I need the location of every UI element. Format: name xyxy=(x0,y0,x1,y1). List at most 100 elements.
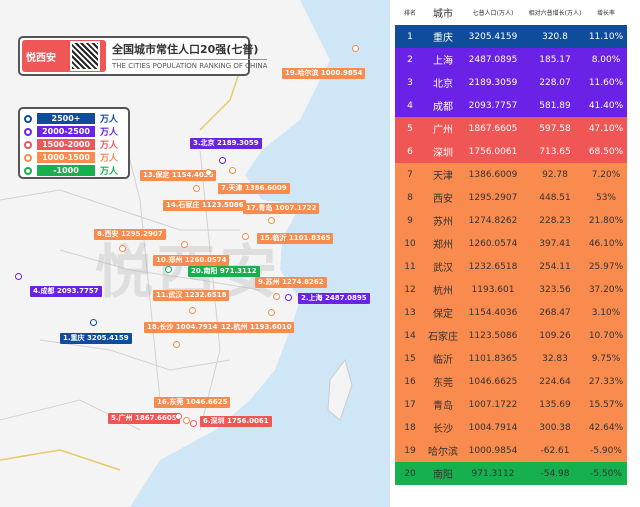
table-row: 5 广州 1867.6605 597.58 47.10% xyxy=(395,117,627,140)
growth-cell: -54.98 xyxy=(540,468,570,479)
table-row: 3 北京 2189.3059 228.07 11.60% xyxy=(395,71,627,94)
legend-unit: 万人 xyxy=(100,128,119,138)
city-cell: 深圳 xyxy=(433,148,453,159)
growth-rate-cell: 10.70% xyxy=(588,330,624,341)
legend-item: 2000-2500 万人 xyxy=(24,125,124,138)
growth-cell: 135.69 xyxy=(539,399,571,410)
city-cell: 成都 xyxy=(433,102,453,113)
legend-marker-icon xyxy=(24,127,32,136)
city-label: 12.杭州 1193.6010 xyxy=(218,322,295,333)
table-row: 20 南阳 971.3112 -54.98 -5.50% xyxy=(395,462,627,485)
population-cell: 1154.4036 xyxy=(468,307,518,318)
population-cell: 1260.0574 xyxy=(468,238,518,249)
city-label: 18.长沙 1004.7914 xyxy=(144,322,221,333)
column-header: 排名 xyxy=(403,10,416,17)
growth-cell: -62.61 xyxy=(540,445,570,456)
city-marker-icon xyxy=(193,185,200,192)
city-cell: 临沂 xyxy=(433,355,453,366)
table-row: 8 西安 1295.2907 448.51 53% xyxy=(395,186,627,209)
growth-cell: 300.38 xyxy=(539,422,571,433)
city-label: 5.广州 1867.6605 xyxy=(108,413,180,424)
city-cell: 北京 xyxy=(433,79,453,90)
legend-unit: 万人 xyxy=(100,167,119,177)
population-cell: 2487.0895 xyxy=(468,54,518,65)
city-marker-icon xyxy=(119,245,126,252)
city-marker-icon xyxy=(352,45,359,52)
rank-cell: 19 xyxy=(404,445,416,456)
growth-cell: 268.47 xyxy=(539,307,571,318)
city-marker-icon xyxy=(173,341,180,348)
table-row: 4 成都 2093.7757 581.89 41.40% xyxy=(395,94,627,117)
growth-cell: 254.11 xyxy=(539,261,571,272)
legend-marker-icon xyxy=(24,114,32,123)
city-marker-icon xyxy=(268,217,275,224)
table-row: 1 重庆 3205.4159 320.8 11.10% xyxy=(395,25,627,48)
city-marker-icon xyxy=(189,307,196,314)
growth-rate-cell: 15.57% xyxy=(588,399,624,410)
rank-cell: 9 xyxy=(407,215,413,226)
legend-item: 1000-1500 万人 xyxy=(24,151,124,164)
table-row: 9 苏州 1274.8262 228.23 21.80% xyxy=(395,209,627,232)
rank-cell: 7 xyxy=(407,169,413,180)
ranking-table: 排名 城市 七普人口(万人) 相对六普增长(万人) 增长率 1 重庆 3205.4159 32… xyxy=(395,0,627,485)
city-cell: 重庆 xyxy=(433,33,453,44)
growth-rate-cell: 9.75% xyxy=(591,353,621,364)
city-label: 17.青岛 1007.1722 xyxy=(243,203,320,214)
rank-cell: 5 xyxy=(407,123,413,134)
chart-title: 全国城市常住人口20强(七普) xyxy=(112,43,259,56)
growth-rate-cell: 11.10% xyxy=(588,31,624,42)
population-cell: 971.3112 xyxy=(471,468,515,479)
rank-cell: 14 xyxy=(404,330,416,341)
rank-cell: 4 xyxy=(407,100,413,111)
city-cell: 南阳 xyxy=(433,470,453,481)
city-cell: 广州 xyxy=(433,125,453,136)
table-row: 7 天津 1386.6009 92.78 7.20% xyxy=(395,163,627,186)
city-label: 10.郑州 1260.0574 xyxy=(153,255,230,266)
legend-marker-icon xyxy=(24,153,32,162)
rank-cell: 17 xyxy=(404,399,416,410)
growth-rate-cell: -5.90% xyxy=(590,445,622,456)
rank-cell: 15 xyxy=(404,353,416,364)
city-marker-icon xyxy=(181,241,188,248)
rank-cell: 1 xyxy=(407,31,413,42)
growth-cell: 32.83 xyxy=(542,353,568,364)
legend-unit: 万人 xyxy=(100,141,119,151)
legend-range: 2500+ xyxy=(37,113,95,124)
city-cell: 青岛 xyxy=(433,401,453,412)
city-label: 6.深圳 1756.0061 xyxy=(200,416,272,427)
city-label: 14.石家庄 1123.5086 xyxy=(163,200,247,211)
table-row: 16 东莞 1046.6625 224.64 27.33% xyxy=(395,370,627,393)
population-cell: 1232.6518 xyxy=(468,261,518,272)
city-marker-icon xyxy=(268,309,275,316)
legend-unit: 万人 xyxy=(100,115,119,125)
growth-cell: 581.89 xyxy=(539,100,571,111)
growth-rate-cell: 3.10% xyxy=(591,307,621,318)
city-marker-icon xyxy=(15,273,22,280)
growth-cell: 185.17 xyxy=(539,54,571,65)
growth-rate-cell: -5.50% xyxy=(590,468,622,479)
growth-cell: 92.78 xyxy=(542,169,568,180)
population-cell: 1046.6625 xyxy=(468,376,518,387)
city-cell: 天津 xyxy=(433,171,453,182)
city-label: 9.苏州 1274.8262 xyxy=(255,277,327,288)
rank-cell: 13 xyxy=(404,307,416,318)
growth-cell: 323.56 xyxy=(539,284,571,295)
city-marker-icon xyxy=(183,417,190,424)
city-cell: 郑州 xyxy=(433,240,453,251)
population-cell: 1756.0061 xyxy=(468,146,518,157)
population-cell: 1004.7914 xyxy=(468,422,518,433)
growth-rate-cell: 8.00% xyxy=(591,54,621,65)
growth-cell: 713.65 xyxy=(539,146,571,157)
city-label: 19.哈尔滨 1000.9854 xyxy=(282,68,366,79)
legend: 2500+ 万人 2000-2500 万人 1500-2000 万人 1000-1500 万人… xyxy=(18,107,130,179)
growth-cell: 109.26 xyxy=(539,330,571,341)
city-marker-icon xyxy=(205,169,212,176)
population-cell: 2093.7757 xyxy=(468,100,518,111)
population-cell: 3205.4159 xyxy=(468,31,518,42)
growth-cell: 597.58 xyxy=(539,123,571,134)
population-cell: 1123.5086 xyxy=(468,330,518,341)
table-row: 19 哈尔滨 1000.9854 -62.61 -5.90% xyxy=(395,439,627,462)
legend-item: -1000 万人 xyxy=(24,164,124,177)
legend-unit: 万人 xyxy=(100,154,119,164)
growth-cell: 228.23 xyxy=(539,215,571,226)
